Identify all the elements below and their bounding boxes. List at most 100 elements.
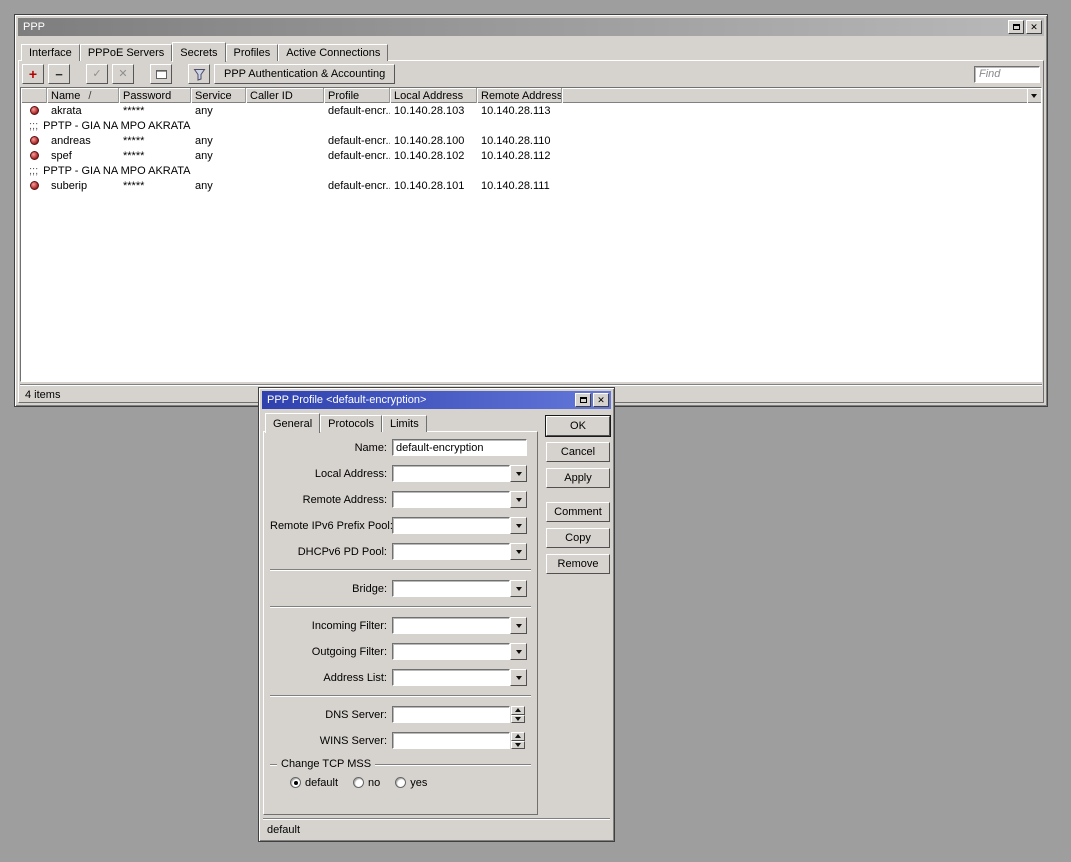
table-row-andreas[interactable]: andreas ***** any default-encr... 10.140… bbox=[21, 133, 1041, 148]
dhcpv6-pd-pool-field-row: DHCPv6 PD Pool: bbox=[270, 543, 531, 560]
radio-no[interactable]: no bbox=[353, 777, 380, 789]
dialog-restore-button[interactable] bbox=[575, 393, 591, 407]
cell-remote-address: 10.140.28.112 bbox=[481, 149, 551, 162]
dns-server-input[interactable] bbox=[392, 706, 510, 723]
tab-general[interactable]: General bbox=[265, 413, 321, 433]
dns-server-up-button[interactable] bbox=[511, 706, 525, 715]
restore-button[interactable] bbox=[1008, 20, 1024, 34]
cell-profile: default-encr... bbox=[328, 179, 390, 192]
remote-address-combo bbox=[392, 491, 527, 508]
table-row-akrata[interactable]: akrata ***** any default-encr... 10.140.… bbox=[21, 103, 1041, 118]
table-body: akrata ***** any default-encr... 10.140.… bbox=[21, 103, 1041, 381]
table-row-spef[interactable]: spef ***** any default-encr... 10.140.28… bbox=[21, 148, 1041, 163]
wins-server-updown bbox=[511, 732, 525, 749]
row-filler bbox=[562, 148, 1041, 163]
find-input[interactable] bbox=[974, 65, 1040, 83]
column-header-icon[interactable] bbox=[21, 88, 47, 103]
enable-button[interactable]: ✓ bbox=[86, 64, 108, 84]
column-header-password[interactable]: Password bbox=[119, 88, 191, 103]
cell-profile: default-encr... bbox=[328, 149, 390, 162]
remote-ipv6-prefix-pool-input[interactable] bbox=[392, 517, 510, 534]
dialog-buttons: OK Cancel Apply Comment Copy Remove bbox=[546, 409, 610, 815]
name-input[interactable] bbox=[392, 439, 527, 456]
tab-secrets[interactable]: Secrets bbox=[172, 42, 226, 62]
tab-protocols[interactable]: Protocols bbox=[320, 415, 382, 432]
bridge-dropdown-button[interactable] bbox=[510, 580, 527, 597]
tab-interface[interactable]: Interface bbox=[21, 44, 80, 61]
comment-button[interactable] bbox=[150, 64, 172, 84]
column-header-service[interactable]: Service bbox=[191, 88, 246, 103]
chevron-up-icon bbox=[515, 734, 521, 739]
column-header-caller-id[interactable]: Caller ID bbox=[246, 88, 324, 103]
change-tcp-mss-label: Change TCP MSS bbox=[281, 758, 372, 770]
filter-button[interactable] bbox=[188, 64, 210, 84]
ppp-window-titlebar[interactable]: PPP ✕ bbox=[18, 18, 1044, 36]
add-button[interactable]: + bbox=[22, 64, 44, 84]
wins-server-down-button[interactable] bbox=[511, 740, 525, 749]
local-address-input[interactable] bbox=[392, 465, 510, 482]
row-filler bbox=[562, 178, 1041, 193]
wins-server-input[interactable] bbox=[392, 732, 510, 749]
row-filler bbox=[562, 103, 1041, 118]
tab-profiles[interactable]: Profiles bbox=[225, 44, 279, 61]
incoming-filter-label: Incoming Filter: bbox=[311, 619, 387, 632]
comment-button[interactable]: Comment bbox=[546, 502, 610, 522]
local-address-dropdown-button[interactable] bbox=[510, 465, 527, 482]
remote-address-field-row: Remote Address: bbox=[270, 491, 531, 508]
radio-label: default bbox=[305, 776, 339, 789]
dialog-titlebar[interactable]: PPP Profile <default-encryption> ✕ bbox=[262, 391, 611, 409]
wins-server-label: WINS Server: bbox=[319, 734, 387, 747]
table-comment-row[interactable]: ;;; PPTP - GIA NA MPO AKRATA bbox=[21, 118, 1041, 133]
incoming-filter-dropdown-button[interactable] bbox=[510, 617, 527, 634]
radio-yes[interactable]: yes bbox=[395, 777, 427, 789]
bridge-input[interactable] bbox=[392, 580, 510, 597]
radio-label: no bbox=[368, 776, 381, 789]
tab-pppoe-servers[interactable]: PPPoE Servers bbox=[79, 44, 173, 61]
cancel-button[interactable]: Cancel bbox=[546, 442, 610, 462]
group-line bbox=[270, 763, 277, 765]
row-icon-cell bbox=[21, 148, 47, 163]
copy-button[interactable]: Copy bbox=[546, 528, 610, 548]
column-picker-button[interactable] bbox=[1027, 88, 1041, 103]
remote-address-input[interactable] bbox=[392, 491, 510, 508]
outgoing-filter-input[interactable] bbox=[392, 643, 510, 660]
remove-button[interactable]: − bbox=[48, 64, 70, 84]
name-label: Name: bbox=[354, 441, 387, 454]
table-row-suberip[interactable]: suberip ***** any default-encr... 10.140… bbox=[21, 178, 1041, 193]
column-header-profile[interactable]: Profile bbox=[324, 88, 390, 103]
chevron-down-icon bbox=[1031, 93, 1037, 98]
dns-server-down-button[interactable] bbox=[511, 714, 525, 723]
separator bbox=[270, 606, 531, 608]
remote-address-dropdown-button[interactable] bbox=[510, 491, 527, 508]
tab-active-connections[interactable]: Active Connections bbox=[278, 44, 389, 61]
column-header-local-address[interactable]: Local Address bbox=[390, 88, 477, 103]
table-comment-row[interactable]: ;;; PPTP - GIA NA MPO AKRATA bbox=[21, 163, 1041, 178]
address-list-dropdown-button[interactable] bbox=[510, 669, 527, 686]
general-tab-panel: Name: Local Address: Remote Address: bbox=[263, 431, 538, 815]
incoming-filter-field-row: Incoming Filter: bbox=[270, 617, 531, 634]
column-header-name[interactable]: Name / bbox=[47, 88, 119, 103]
dialog-close-button[interactable]: ✕ bbox=[593, 393, 609, 407]
disable-button[interactable]: ✕ bbox=[112, 64, 134, 84]
dialog-status-text: default bbox=[267, 823, 301, 836]
secrets-table: Name / Password Service Caller ID Profil… bbox=[20, 87, 1042, 382]
remote-ipv6-prefix-pool-label: Remote IPv6 Prefix Pool: bbox=[270, 519, 393, 532]
cell-password: ***** bbox=[123, 179, 145, 192]
remote-ipv6-prefix-pool-dropdown-button[interactable] bbox=[510, 517, 527, 534]
incoming-filter-input[interactable] bbox=[392, 617, 510, 634]
dhcpv6-pd-pool-dropdown-button[interactable] bbox=[510, 543, 527, 560]
dhcpv6-pd-pool-input[interactable] bbox=[392, 543, 510, 560]
tab-limits[interactable]: Limits bbox=[382, 415, 427, 432]
row-icon-cell bbox=[21, 133, 47, 148]
radio-default[interactable]: default bbox=[290, 777, 338, 789]
secrets-toolbar: + − ✓ ✕ PPP Authentication & Accounting bbox=[19, 61, 1043, 87]
wins-server-up-button[interactable] bbox=[511, 732, 525, 741]
apply-button[interactable]: Apply bbox=[546, 468, 610, 488]
close-button[interactable]: ✕ bbox=[1026, 20, 1042, 34]
column-header-remote-address[interactable]: Remote Address bbox=[477, 88, 562, 103]
ppp-authentication-accounting-button[interactable]: PPP Authentication & Accounting bbox=[214, 64, 396, 84]
address-list-input[interactable] bbox=[392, 669, 510, 686]
ok-button[interactable]: OK bbox=[546, 416, 610, 436]
remove-button[interactable]: Remove bbox=[546, 554, 610, 574]
outgoing-filter-dropdown-button[interactable] bbox=[510, 643, 527, 660]
